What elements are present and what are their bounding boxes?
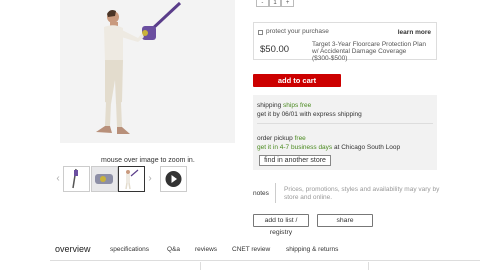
pickup-estimate-row: get it in 4-7 business days at Chicago S… (257, 144, 400, 151)
shipping-estimate: get it by 06/01 with express shipping (257, 111, 362, 118)
protection-title: protect your purchase (266, 28, 329, 35)
column-marker (200, 262, 201, 270)
protection-plan-box: protect your purchase learn more $50.00 … (253, 22, 437, 62)
tab-shipping-returns[interactable]: shipping & returns (286, 246, 338, 253)
pickup-prefix: get it in (257, 144, 278, 151)
quantity-value[interactable]: 1 (268, 0, 282, 7)
quantity-decrease-button[interactable]: - (256, 0, 269, 7)
tab-overview[interactable]: overview (55, 244, 91, 254)
quantity-stepper[interactable]: - 1 + (256, 0, 295, 7)
share-button[interactable]: share (317, 214, 373, 227)
shipping-label: shipping (257, 102, 282, 109)
product-main-image[interactable] (60, 0, 235, 143)
shipping-info-box: shipping ships free get it by 06/01 with… (253, 95, 437, 170)
notes-divider (275, 183, 276, 203)
add-to-list-button[interactable]: add to list / registry (253, 214, 309, 236)
pickup-free-text: free (294, 135, 306, 142)
add-to-cart-button[interactable]: add to cart (253, 74, 341, 87)
pickup-location: at Chicago South Loop (333, 144, 401, 151)
pickup-status-row: order pickup free (257, 135, 306, 142)
tabs-divider (50, 260, 480, 261)
vacuum-woman-image-icon (125, 169, 139, 190)
tab-qa[interactable]: Q&a (167, 246, 180, 253)
shipping-divider (257, 123, 433, 124)
tab-reviews[interactable]: reviews (195, 246, 217, 253)
thumbnail-video[interactable] (160, 166, 187, 192)
protection-checkbox[interactable] (258, 30, 263, 35)
thumbnail-vacuum[interactable] (63, 166, 90, 192)
column-marker (368, 262, 369, 270)
shipping-status-row: shipping ships free (257, 102, 311, 109)
woman-with-vacuum-illustration (60, 0, 235, 143)
play-video-icon (161, 167, 186, 191)
chevron-left-icon[interactable]: ‹ (54, 169, 62, 189)
notes-text: Prices, promotions, styles and availabil… (284, 186, 440, 201)
pickup-label: order pickup (257, 135, 293, 142)
chevron-right-icon[interactable]: › (146, 169, 154, 189)
vacuum-head-image-icon (92, 167, 117, 191)
thumbnail-woman-vacuum[interactable] (118, 166, 145, 192)
find-in-another-store-button[interactable]: find in another store (259, 155, 331, 166)
thumbnail-carousel: ‹ › (54, 166, 188, 192)
notes-label: notes (253, 190, 269, 197)
zoom-hint: mouse over image to zoom in. (101, 157, 195, 164)
protection-price: $50.00 (260, 44, 290, 55)
protection-description: Target 3-Year Floorcare Protection Plan … (312, 41, 426, 62)
learn-more-link[interactable]: learn more (398, 29, 431, 36)
pickup-time: 4-7 business days (279, 144, 333, 151)
thumbnail-vacuum-head[interactable] (91, 166, 118, 192)
quantity-increase-button[interactable]: + (281, 0, 295, 7)
ships-free-text: ships free (283, 102, 312, 109)
tab-cnet-review[interactable]: CNET review (232, 246, 270, 253)
tab-specifications[interactable]: specifications (110, 246, 149, 253)
vacuum-image-icon (72, 168, 78, 189)
